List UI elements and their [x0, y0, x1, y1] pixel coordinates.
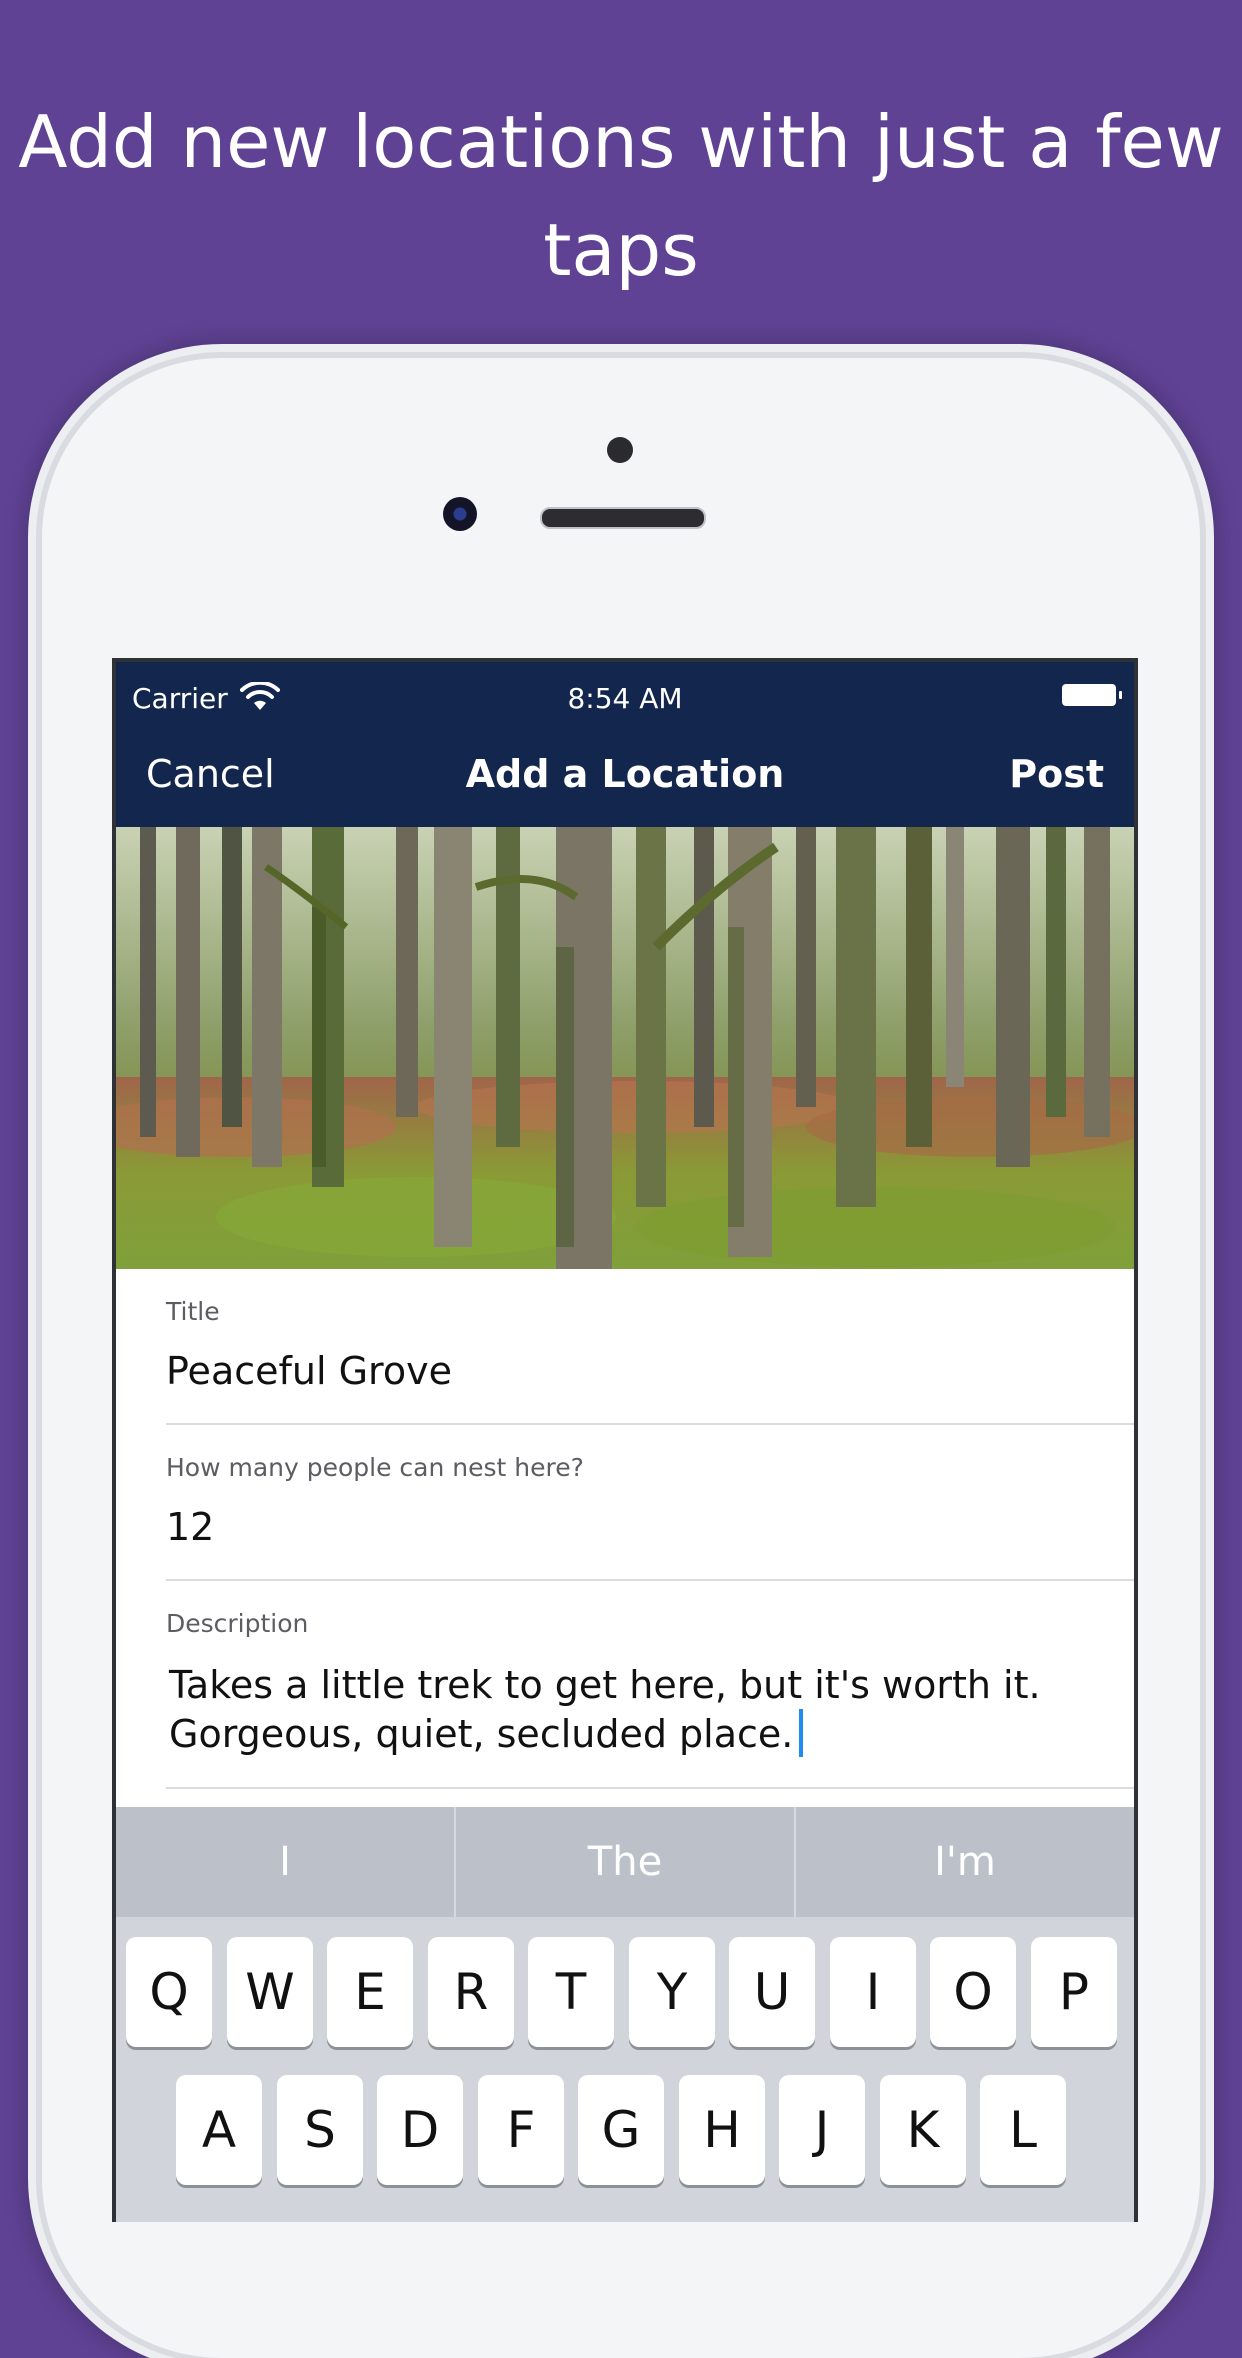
key-j[interactable]: J	[779, 2075, 865, 2185]
description-field-label: Description	[166, 1609, 309, 1638]
key-t[interactable]: T	[528, 1937, 614, 2047]
capacity-field-label: How many people can nest here?	[166, 1453, 584, 1482]
key-s[interactable]: S	[277, 2075, 363, 2185]
proximity-sensor	[607, 437, 633, 463]
phone-power-button	[1200, 870, 1214, 1049]
navigation-bar: Carrier 8:54 AM Cancel Add a Location Po…	[116, 662, 1134, 827]
title-field-label: Title	[166, 1297, 220, 1326]
description-input[interactable]: Takes a little trek to get here, but it'…	[169, 1661, 1069, 1758]
key-u[interactable]: U	[729, 1937, 815, 2047]
text-caret	[799, 1709, 804, 1757]
front-camera-icon	[443, 497, 477, 531]
key-p[interactable]: P	[1031, 1937, 1117, 2047]
description-text: Takes a little trek to get here, but it'…	[169, 1663, 1041, 1756]
key-w[interactable]: W	[227, 1937, 313, 2047]
predictive-text-bar: I The I'm	[116, 1807, 1134, 1917]
key-y[interactable]: Y	[629, 1937, 715, 2047]
forest-photo	[116, 827, 1134, 1269]
key-k[interactable]: K	[880, 2075, 966, 2185]
key-f[interactable]: F	[478, 2075, 564, 2185]
location-form: Title Peaceful Grove How many people can…	[116, 1269, 1134, 1807]
key-e[interactable]: E	[327, 1937, 413, 2047]
suggestion-3[interactable]: I'm	[796, 1807, 1134, 1917]
key-r[interactable]: R	[428, 1937, 514, 2047]
key-h[interactable]: H	[679, 2075, 765, 2185]
page-title: Add a Location	[465, 752, 785, 796]
post-button[interactable]: Post	[1009, 752, 1104, 796]
capacity-field[interactable]: How many people can nest here? 12	[166, 1425, 1134, 1581]
headline: Add new locations with just a few taps	[18, 100, 1224, 292]
key-o[interactable]: O	[930, 1937, 1016, 2047]
suggestion-2[interactable]: The	[456, 1807, 794, 1917]
title-field[interactable]: Title Peaceful Grove	[166, 1269, 1134, 1425]
phone-screen: Carrier 8:54 AM Cancel Add a Location Po…	[112, 658, 1138, 2222]
key-g[interactable]: G	[578, 2075, 664, 2185]
title-input[interactable]: Peaceful Grove	[166, 1349, 452, 1393]
status-time: 8:54 AM	[567, 682, 683, 715]
capacity-input[interactable]: 12	[166, 1505, 214, 1549]
key-q[interactable]: Q	[126, 1937, 212, 2047]
keyboard: I The I'm Q W E R T Y U I O P A S D F G …	[116, 1807, 1134, 2222]
suggestion-1[interactable]: I	[116, 1807, 454, 1917]
battery-icon	[1062, 684, 1122, 706]
location-photo[interactable]	[116, 827, 1134, 1269]
key-a[interactable]: A	[176, 2075, 262, 2185]
key-d[interactable]: D	[377, 2075, 463, 2185]
key-i[interactable]: I	[830, 1937, 916, 2047]
earpiece-speaker	[540, 507, 706, 529]
key-l[interactable]: L	[980, 2075, 1066, 2185]
description-field[interactable]: Description Takes a little trek to get h…	[166, 1581, 1134, 1789]
